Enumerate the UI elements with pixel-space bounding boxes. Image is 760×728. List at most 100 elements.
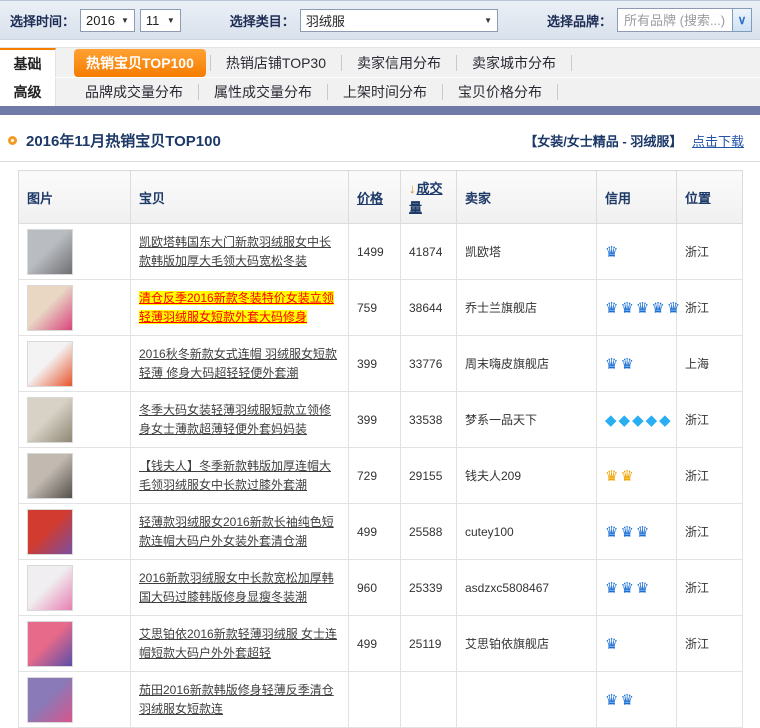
divider-line bbox=[0, 161, 760, 162]
image-cell bbox=[19, 336, 131, 392]
month-select-value: 11 bbox=[146, 13, 160, 28]
credit-cell: ♛♛♛ bbox=[597, 560, 677, 616]
table-row: 冬季大码女装轻薄羽绒服短款立领修身女士薄款超薄轻便外套妈妈装39933538梦系… bbox=[19, 392, 743, 448]
table-row: 轻薄款羽绒服女2016新款长袖纯色短款连帽大码户外女装外套清仓潮49925588… bbox=[19, 504, 743, 560]
location-cell: 浙江 bbox=[677, 504, 743, 560]
tab-basic-2[interactable]: 卖家信用分布 bbox=[342, 50, 456, 76]
year-select[interactable]: 2016 ▼ bbox=[80, 9, 135, 32]
item-cell: 2016新款羽绒服女中长款宽松加厚韩国大码过膝韩版修身显瘦冬装潮 bbox=[131, 560, 349, 616]
price-cell: 499 bbox=[349, 504, 401, 560]
price-cell: 399 bbox=[349, 392, 401, 448]
brand-combobox: ∨ bbox=[617, 8, 752, 32]
blue-crown-icon: ♛♛ bbox=[605, 691, 636, 709]
col-location: 位置 bbox=[677, 171, 743, 224]
volume-cell: 33538 bbox=[401, 392, 457, 448]
page-header-right: 【女装/女士精品 - 羽绒服】 点击下载 bbox=[524, 131, 744, 150]
blue-crown-icon: ♛♛♛♛♛ bbox=[605, 299, 682, 317]
tab-group-advanced[interactable]: 高级 bbox=[0, 78, 56, 106]
volume-cell: 25339 bbox=[401, 560, 457, 616]
item-cell: 茄田2016新款韩版修身轻薄反季清仓羽绒服女短款连 bbox=[131, 672, 349, 728]
product-title-link[interactable]: 清仓反季2016新款冬装特价女装立领轻薄羽绒服女短款外套大码修身 bbox=[139, 291, 334, 324]
product-title-link[interactable]: 茄田2016新款韩版修身轻薄反季清仓羽绒服女短款连 bbox=[139, 683, 334, 716]
location-cell: 浙江 bbox=[677, 616, 743, 672]
product-thumbnail[interactable] bbox=[27, 285, 73, 331]
price-cell: 1499 bbox=[349, 224, 401, 280]
section-bullet-icon bbox=[8, 136, 17, 145]
category-filter-label: 选择类目： bbox=[230, 11, 295, 30]
product-thumbnail[interactable] bbox=[27, 397, 73, 443]
download-link[interactable]: 点击下载 bbox=[692, 134, 744, 149]
seller-cell: cutey100 bbox=[457, 504, 597, 560]
product-title-link[interactable]: 【钱夫人】冬季新款韩版加厚连帽大毛领羽绒服女中长款过膝外套潮 bbox=[139, 459, 331, 492]
tab-separator bbox=[571, 55, 572, 71]
tab-advanced-1[interactable]: 属性成交量分布 bbox=[199, 79, 327, 105]
item-cell: 轻薄款羽绒服女2016新款长袖纯色短款连帽大码户外女装外套清仓潮 bbox=[131, 504, 349, 560]
image-cell bbox=[19, 392, 131, 448]
product-thumbnail[interactable] bbox=[27, 229, 73, 275]
product-title-link[interactable]: 2016新款羽绒服女中长款宽松加厚韩国大码过膝韩版修身显瘦冬装潮 bbox=[139, 571, 334, 604]
price-cell: 960 bbox=[349, 560, 401, 616]
volume-cell bbox=[401, 672, 457, 728]
product-thumbnail[interactable] bbox=[27, 341, 73, 387]
seller-cell: 钱夫人209 bbox=[457, 448, 597, 504]
image-cell bbox=[19, 616, 131, 672]
blue-crown-icon: ♛ bbox=[605, 243, 620, 261]
dropdown-arrow-icon: ▼ bbox=[121, 16, 129, 25]
location-cell: 浙江 bbox=[677, 560, 743, 616]
product-thumbnail[interactable] bbox=[27, 621, 73, 667]
seller-cell bbox=[457, 672, 597, 728]
item-cell: 2016秋冬新款女式连帽 羽绒服女短款轻薄 修身大码超轻轻便外套潮 bbox=[131, 336, 349, 392]
brand-dropdown-button[interactable]: ∨ bbox=[732, 8, 752, 32]
tab-advanced-2[interactable]: 上架时间分布 bbox=[328, 79, 442, 105]
time-filter-label: 选择时间： bbox=[10, 11, 75, 30]
month-select[interactable]: 11 ▼ bbox=[140, 9, 181, 32]
page-header: 2016年11月热销宝贝TOP100 【女装/女士精品 - 羽绒服】 点击下载 bbox=[8, 128, 744, 152]
spacer bbox=[0, 40, 760, 47]
filter-toolbar: 选择时间： 2016 ▼ 11 ▼ 选择类目： 羽绒服 ▼ 选择品牌： ∨ bbox=[0, 0, 760, 40]
product-thumbnail[interactable] bbox=[27, 453, 73, 499]
image-cell bbox=[19, 224, 131, 280]
location-cell: 浙江 bbox=[677, 224, 743, 280]
product-thumbnail[interactable] bbox=[27, 509, 73, 555]
product-thumbnail[interactable] bbox=[27, 565, 73, 611]
product-thumbnail[interactable] bbox=[27, 677, 73, 723]
credit-cell: ♛ bbox=[597, 616, 677, 672]
product-title-link[interactable]: 轻薄款羽绒服女2016新款长袖纯色短款连帽大码户外女装外套清仓潮 bbox=[139, 515, 334, 548]
product-title-link[interactable]: 艾思铂依2016新款轻薄羽绒服 女士连帽短款大码户外外套超轻 bbox=[139, 627, 337, 660]
price-cell: 729 bbox=[349, 448, 401, 504]
category-breadcrumb: 【女装/女士精品 - 羽绒服】 bbox=[524, 134, 682, 149]
col-item: 宝贝 bbox=[131, 171, 349, 224]
category-select[interactable]: 羽绒服 ▼ bbox=[300, 9, 498, 32]
tab-advanced-0[interactable]: 品牌成交量分布 bbox=[70, 79, 198, 105]
basic-tabs: 热销宝贝TOP100热销店铺TOP30卖家信用分布卖家城市分布 bbox=[56, 48, 760, 77]
price-cell bbox=[349, 672, 401, 728]
volume-cell: 33776 bbox=[401, 336, 457, 392]
image-cell bbox=[19, 672, 131, 728]
table-row: 2016秋冬新款女式连帽 羽绒服女短款轻薄 修身大码超轻轻便外套潮3993377… bbox=[19, 336, 743, 392]
chevron-down-icon: ∨ bbox=[738, 13, 747, 27]
credit-cell: ♛♛ bbox=[597, 448, 677, 504]
product-title-link[interactable]: 冬季大码女装轻薄羽绒服短款立领修身女士薄款超薄轻便外套妈妈装 bbox=[139, 403, 331, 436]
item-cell: 冬季大码女装轻薄羽绒服短款立领修身女士薄款超薄轻便外套妈妈装 bbox=[131, 392, 349, 448]
tab-group-basic[interactable]: 基础 bbox=[0, 48, 56, 77]
location-cell: 浙江 bbox=[677, 280, 743, 336]
volume-cell: 38644 bbox=[401, 280, 457, 336]
tab-advanced-3[interactable]: 宝贝价格分布 bbox=[443, 79, 557, 105]
brand-filter-label: 选择品牌： bbox=[547, 11, 612, 30]
col-image: 图片 bbox=[19, 171, 131, 224]
product-title-link[interactable]: 2016秋冬新款女式连帽 羽绒服女短款轻薄 修身大码超轻轻便外套潮 bbox=[139, 347, 337, 380]
price-sort-link[interactable]: 价格 bbox=[357, 191, 383, 206]
location-cell bbox=[677, 672, 743, 728]
image-cell bbox=[19, 504, 131, 560]
tab-basic-0[interactable]: 热销宝贝TOP100 bbox=[74, 49, 206, 77]
image-cell bbox=[19, 560, 131, 616]
seller-cell: 周末嗨皮旗舰店 bbox=[457, 336, 597, 392]
tab-basic-1[interactable]: 热销店铺TOP30 bbox=[211, 50, 341, 76]
table-header-row: 图片 宝贝 价格 ↓成交量 卖家 信用 位置 bbox=[19, 171, 743, 224]
tab-basic-3[interactable]: 卖家城市分布 bbox=[457, 50, 571, 76]
item-cell: 凯欧塔韩国东大门新款羽绒服女中长款韩版加厚大毛领大码宽松冬装 bbox=[131, 224, 349, 280]
brand-search-input[interactable] bbox=[617, 8, 732, 32]
col-credit: 信用 bbox=[597, 171, 677, 224]
product-title-link[interactable]: 凯欧塔韩国东大门新款羽绒服女中长款韩版加厚大毛领大码宽松冬装 bbox=[139, 235, 331, 268]
advanced-tabs: 品牌成交量分布属性成交量分布上架时间分布宝贝价格分布 bbox=[56, 78, 760, 106]
